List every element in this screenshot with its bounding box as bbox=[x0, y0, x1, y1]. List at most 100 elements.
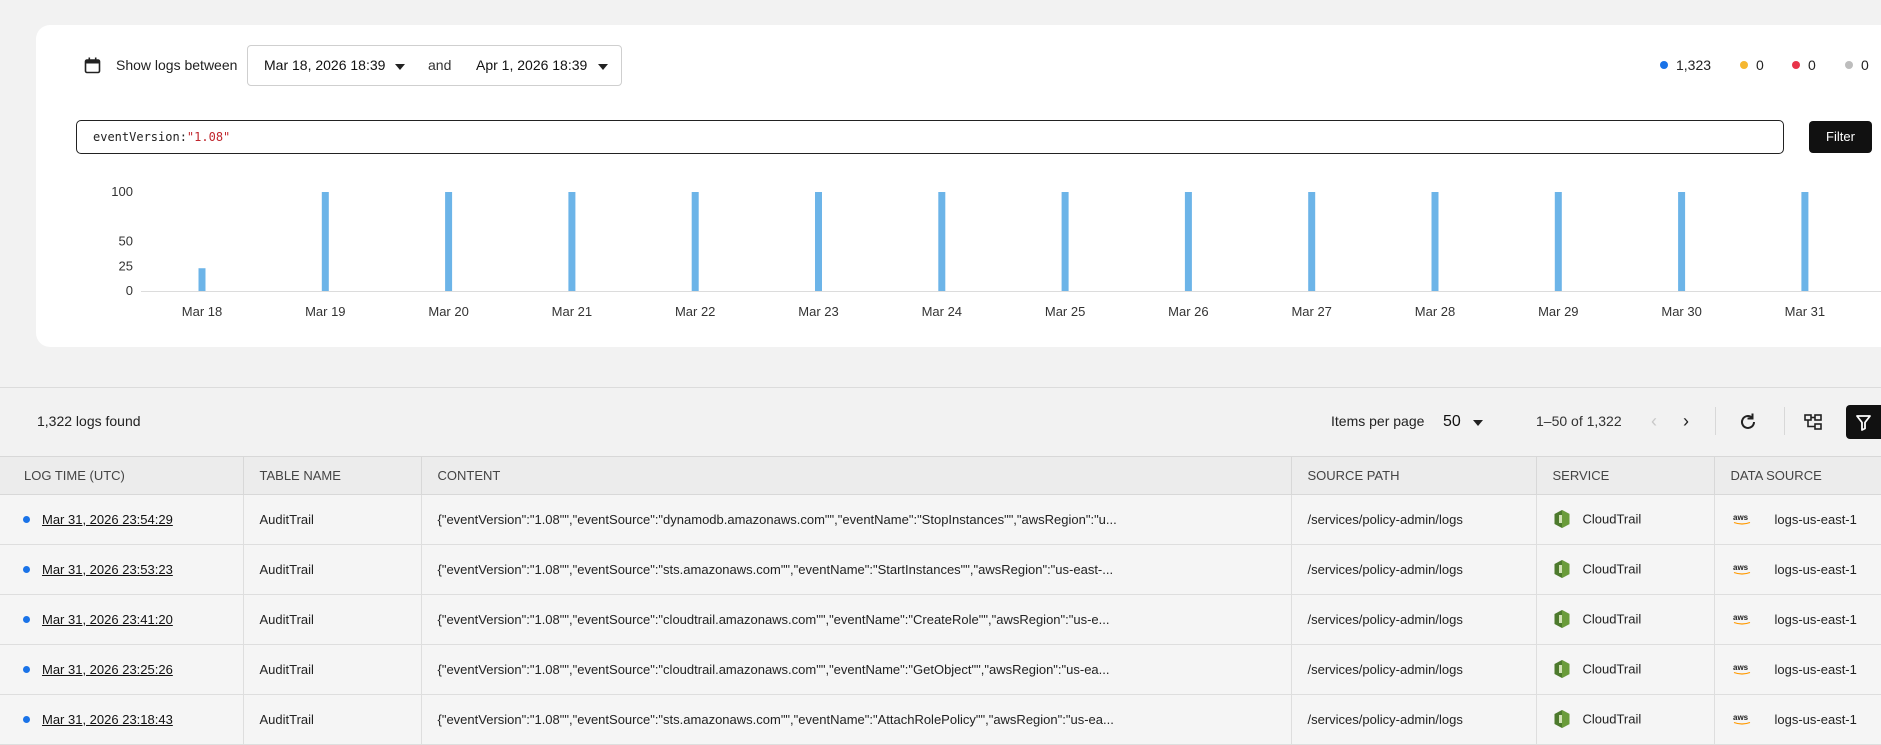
column-header[interactable]: SOURCE PATH bbox=[1291, 456, 1537, 495]
divider bbox=[1784, 407, 1785, 435]
content-cell[interactable]: {"eventVersion":"1.08"","eventSource":"s… bbox=[421, 544, 1292, 595]
chevron-down-icon[interactable] bbox=[395, 64, 405, 70]
section-divider bbox=[0, 387, 1881, 388]
histogram-bar[interactable] bbox=[1554, 192, 1562, 291]
service-cell: CloudTrail bbox=[1536, 644, 1715, 695]
table-row[interactable]: Mar 31, 2026 23:54:29 AuditTrail {"eventVe… bbox=[0, 494, 1881, 545]
data-source-cell: aws logs-us-east-1 bbox=[1714, 494, 1881, 545]
table-name-cell: AuditTrail bbox=[243, 644, 422, 695]
data-source-name: logs-us-east-1 bbox=[1774, 512, 1857, 527]
column-header[interactable]: TABLE NAME bbox=[243, 456, 422, 495]
x-tick-label: Mar 25 bbox=[1045, 304, 1085, 319]
calendar-icon bbox=[84, 57, 101, 74]
column-header[interactable]: SERVICE bbox=[1536, 456, 1715, 495]
x-tick-label: Mar 30 bbox=[1661, 304, 1701, 319]
histogram-bar[interactable] bbox=[1184, 192, 1192, 291]
table-row[interactable]: Mar 31, 2026 23:53:23 AuditTrail {"eventVe… bbox=[0, 544, 1881, 595]
service-cell: CloudTrail bbox=[1536, 694, 1715, 745]
column-header[interactable]: DATA SOURCE bbox=[1714, 456, 1881, 495]
table-row[interactable]: Mar 31, 2026 23:25:26 AuditTrail {"eventVe… bbox=[0, 644, 1881, 695]
error-dot-icon bbox=[1792, 61, 1800, 70]
chevron-down-icon[interactable] bbox=[1473, 420, 1483, 426]
histogram-bar[interactable] bbox=[1308, 192, 1316, 291]
x-tick-label: Mar 28 bbox=[1415, 304, 1455, 319]
service-name: CloudTrail bbox=[1582, 560, 1642, 576]
next-page-button[interactable]: › bbox=[1683, 408, 1689, 434]
table-row[interactable]: Mar 31, 2026 23:41:20 AuditTrail {"eventVe… bbox=[0, 594, 1881, 645]
data-source-name: logs-us-east-1 bbox=[1774, 662, 1857, 677]
refresh-icon[interactable] bbox=[1734, 408, 1762, 436]
data-source-cell: aws logs-us-east-1 bbox=[1714, 544, 1881, 595]
info-dot-icon bbox=[23, 516, 30, 524]
x-tick-label: Mar 22 bbox=[675, 304, 715, 319]
funnel-icon bbox=[1856, 415, 1871, 431]
content-cell[interactable]: {"eventVersion":"1.08"","eventSource":"d… bbox=[421, 494, 1292, 545]
svg-text:aws: aws bbox=[1733, 663, 1749, 672]
histogram-bar[interactable] bbox=[1061, 192, 1069, 291]
y-tick-label: 50 bbox=[119, 234, 133, 249]
histogram-bar[interactable] bbox=[1678, 192, 1686, 291]
divider bbox=[1715, 407, 1716, 435]
legend-warning: 0 bbox=[1740, 57, 1764, 73]
column-header[interactable]: CONTENT bbox=[421, 456, 1292, 495]
log-time-link[interactable]: Mar 31, 2026 23:25:26 bbox=[42, 662, 173, 677]
log-time-link[interactable]: Mar 31, 2026 23:54:29 bbox=[42, 512, 173, 527]
svg-text:aws: aws bbox=[1733, 563, 1749, 572]
histogram-bar[interactable] bbox=[938, 192, 946, 291]
query-input[interactable]: eventVersion:"1.08" bbox=[76, 120, 1784, 154]
log-time-link[interactable]: Mar 31, 2026 23:18:43 bbox=[42, 712, 173, 727]
log-time-link[interactable]: Mar 31, 2026 23:53:23 bbox=[42, 562, 173, 577]
source-path-cell: /services/policy-admin/logs bbox=[1291, 594, 1537, 645]
chevron-down-icon[interactable] bbox=[598, 64, 608, 70]
histogram-bar[interactable] bbox=[1801, 192, 1809, 291]
histogram-bar[interactable] bbox=[691, 192, 699, 291]
prev-page-button[interactable]: ‹ bbox=[1651, 408, 1657, 434]
content-cell[interactable]: {"eventVersion":"1.08"","eventSource":"c… bbox=[421, 594, 1292, 645]
warning-dot-icon bbox=[1740, 61, 1748, 70]
and-label: and bbox=[428, 57, 452, 73]
x-tick-label: Mar 18 bbox=[182, 304, 222, 319]
histogram-bar[interactable] bbox=[1431, 192, 1439, 291]
cloudtrail-icon bbox=[1554, 509, 1569, 528]
aws-logo-icon: aws bbox=[1733, 713, 1753, 725]
source-path-cell: /services/policy-admin/logs bbox=[1291, 644, 1537, 695]
items-per-page-select[interactable]: 50 bbox=[1443, 413, 1461, 431]
data-source-name: logs-us-east-1 bbox=[1774, 612, 1857, 627]
y-tick-label: 100 bbox=[111, 184, 133, 199]
x-tick-label: Mar 21 bbox=[552, 304, 592, 319]
y-tick-label: 0 bbox=[126, 283, 133, 298]
histogram-bar[interactable] bbox=[815, 192, 822, 291]
content-cell[interactable]: {"eventVersion":"1.08"","eventSource":"s… bbox=[421, 694, 1292, 745]
histogram-bar[interactable] bbox=[198, 268, 206, 291]
info-dot-icon bbox=[23, 716, 30, 724]
cloudtrail-icon bbox=[1554, 659, 1569, 678]
x-tick-label: Mar 19 bbox=[305, 304, 345, 319]
table-header-row: LOG TIME (UTC) TABLE NAME CONTENT SOURCE… bbox=[0, 456, 1881, 495]
log-time-link[interactable]: Mar 31, 2026 23:41:20 bbox=[42, 612, 173, 627]
x-tick-label: Mar 26 bbox=[1168, 304, 1208, 319]
content-cell[interactable]: {"eventVersion":"1.08"","eventSource":"c… bbox=[421, 644, 1292, 695]
svg-text:aws: aws bbox=[1733, 613, 1749, 622]
pagination-range: 1–50 of 1,322 bbox=[1536, 413, 1622, 429]
from-date-select[interactable]: Mar 18, 2026 18:39 bbox=[264, 57, 385, 73]
data-source-cell: aws logs-us-east-1 bbox=[1714, 594, 1881, 645]
legend-error: 0 bbox=[1792, 57, 1816, 73]
service-name: CloudTrail bbox=[1582, 660, 1642, 676]
histogram-bar[interactable] bbox=[321, 192, 329, 291]
legend-other: 0 bbox=[1845, 57, 1869, 73]
histogram-bar[interactable] bbox=[568, 192, 576, 291]
column-header[interactable]: LOG TIME (UTC) bbox=[0, 456, 244, 495]
filter-button[interactable]: Filter bbox=[1809, 121, 1872, 153]
show-logs-label: Show logs between bbox=[116, 57, 238, 73]
aws-logo-icon: aws bbox=[1733, 613, 1753, 625]
histogram-bar[interactable] bbox=[445, 192, 453, 291]
filter-toggle-button[interactable] bbox=[1846, 405, 1881, 439]
source-path-cell: /services/policy-admin/logs bbox=[1291, 544, 1537, 595]
data-source-cell: aws logs-us-east-1 bbox=[1714, 694, 1881, 745]
cloudtrail-icon bbox=[1554, 609, 1569, 628]
table-row[interactable]: Mar 31, 2026 23:18:43 AuditTrail {"eventVe… bbox=[0, 694, 1881, 745]
hierarchy-icon[interactable] bbox=[1799, 408, 1827, 436]
date-range-picker[interactable]: Mar 18, 2026 18:39 and Apr 1, 2026 18:39 bbox=[247, 45, 622, 86]
to-date-select[interactable]: Apr 1, 2026 18:39 bbox=[476, 57, 587, 73]
data-source-name: logs-us-east-1 bbox=[1774, 562, 1857, 577]
